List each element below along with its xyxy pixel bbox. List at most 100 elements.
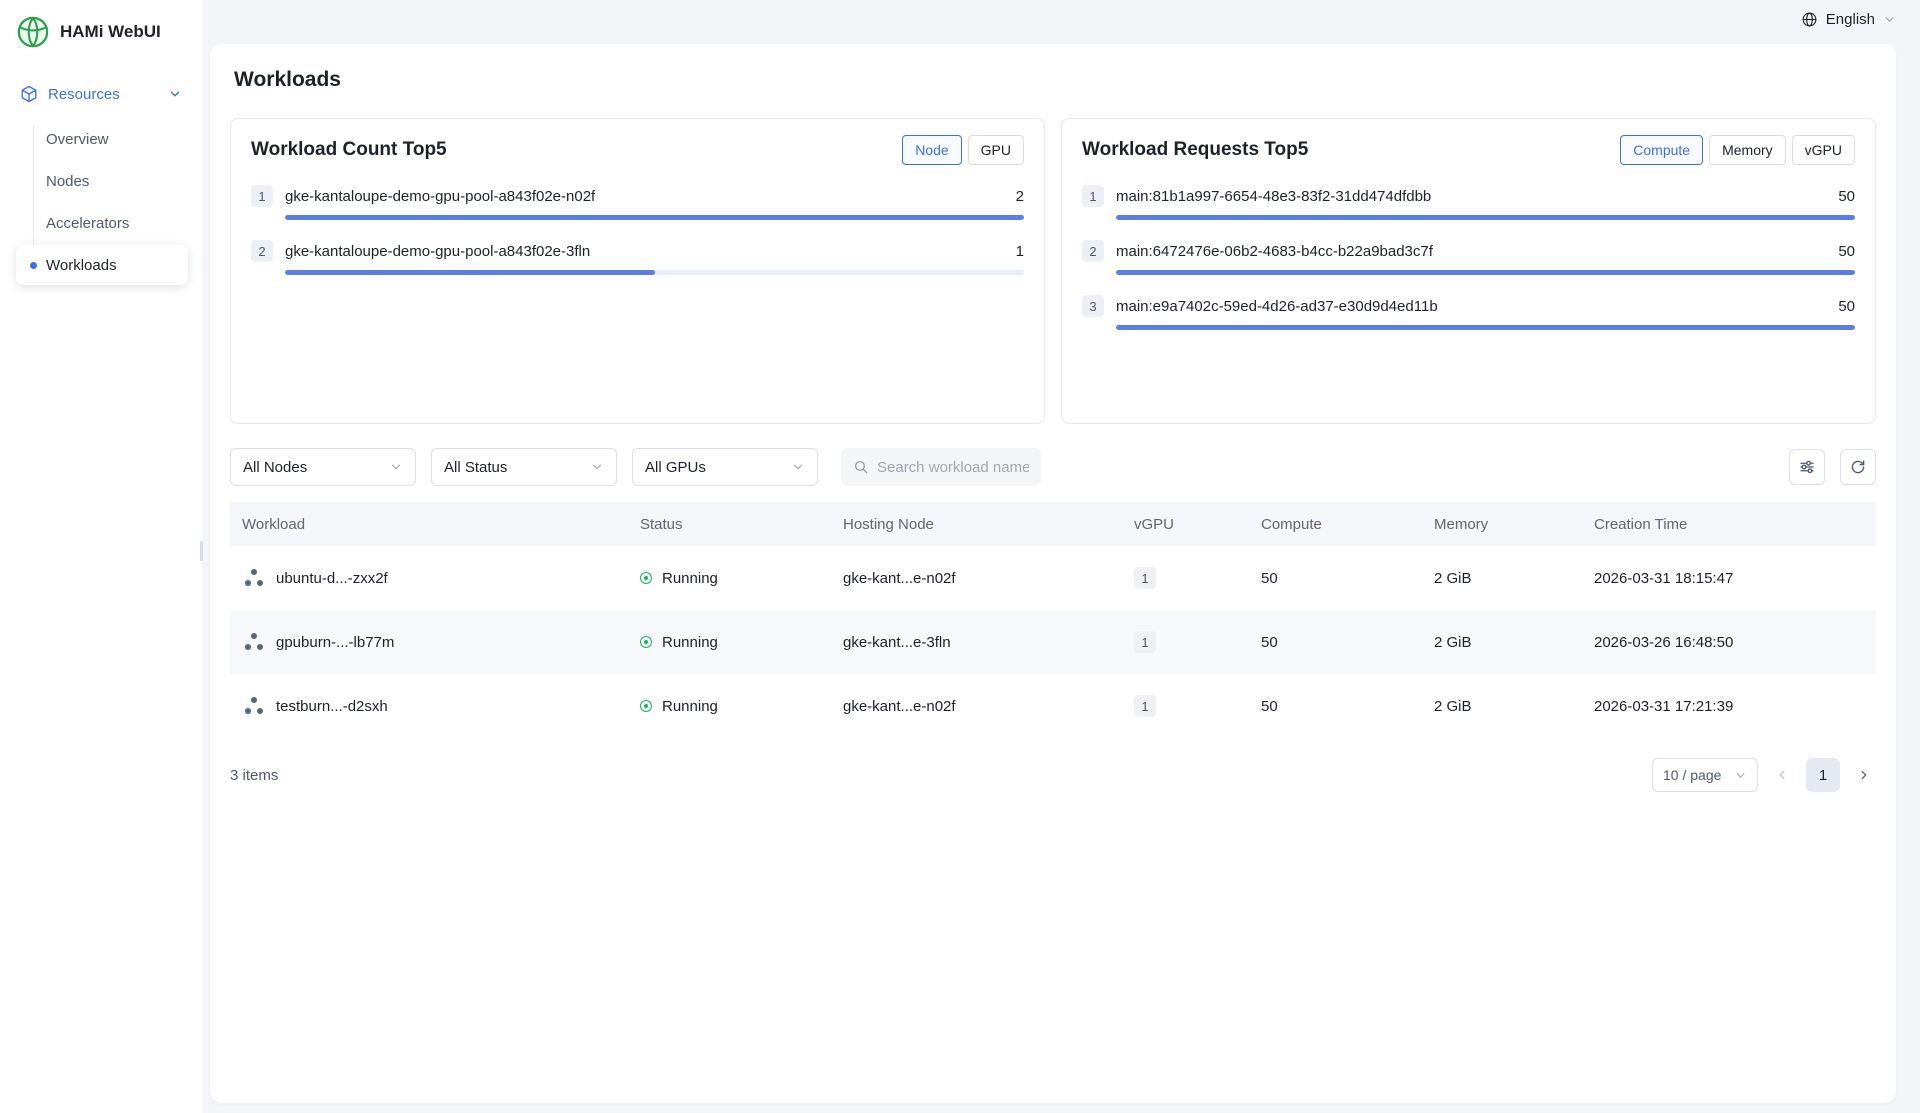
progress-fill	[285, 270, 655, 275]
rank-value: 1	[1016, 243, 1024, 260]
select-value: All Nodes	[243, 459, 307, 476]
active-dot	[30, 262, 37, 269]
refresh-button[interactable]	[1840, 449, 1876, 485]
main-panel: Workloads Workload Count Top5 Node GPU 1…	[210, 44, 1896, 1103]
search-input[interactable]	[877, 459, 1029, 476]
refresh-icon	[1849, 458, 1867, 476]
sidebar-item-label: Overview	[46, 131, 109, 148]
page-number-button[interactable]: 1	[1806, 758, 1840, 792]
rank-label: gke-kantaloupe-demo-gpu-pool-a843f02e-3f…	[285, 243, 1004, 260]
rank-badge: 2	[251, 240, 273, 262]
rank-label: gke-kantaloupe-demo-gpu-pool-a843f02e-n0…	[285, 188, 1004, 205]
select-value: All Status	[444, 459, 507, 476]
sidebar-item-nodes[interactable]: Nodes	[16, 161, 188, 201]
compute-value: 50	[1249, 698, 1422, 715]
node-filter-select[interactable]: All Nodes	[230, 448, 416, 486]
vgpu-badge: 1	[1134, 567, 1156, 589]
column-header: Creation Time	[1582, 516, 1876, 533]
workload-name: gpuburn-...-lb77m	[276, 634, 394, 651]
language-selector[interactable]: English	[1801, 11, 1896, 28]
sidebar-collapse-handle[interactable]	[200, 541, 203, 561]
progress-track	[285, 215, 1024, 220]
table-header: Workload Status Hosting Node vGPU Comput…	[230, 502, 1876, 546]
toggle-gpu[interactable]: GPU	[968, 135, 1024, 165]
workload-icon	[242, 566, 266, 590]
workloads-table: Workload Status Hosting Node vGPU Comput…	[230, 502, 1876, 738]
toggle-vgpu[interactable]: vGPU	[1792, 135, 1855, 165]
next-page-button[interactable]	[1852, 763, 1876, 787]
hosting-node: gke-kant...e-n02f	[831, 570, 1122, 587]
creation-time: 2026-03-31 18:15:47	[1582, 570, 1876, 587]
sidebar: HAMi WebUI Resources Overview Nodes Acce…	[0, 0, 202, 1113]
column-header: Memory	[1422, 516, 1582, 533]
progress-fill	[1116, 270, 1855, 275]
vgpu-badge: 1	[1134, 631, 1156, 653]
card-title: Workload Count Top5	[251, 139, 447, 161]
status-dot-icon	[640, 700, 652, 712]
resources-label: Resources	[48, 86, 120, 103]
memory-value: 2 GiB	[1422, 698, 1582, 715]
workload-requests-card: Workload Requests Top5 Compute Memory vG…	[1061, 118, 1876, 424]
toggle-compute[interactable]: Compute	[1620, 135, 1703, 165]
table-row[interactable]: gpuburn-...-lb77m Running gke-kant...e-3…	[230, 610, 1876, 674]
status-label: Running	[662, 634, 718, 651]
progress-track	[1116, 270, 1855, 275]
column-header: Compute	[1249, 516, 1422, 533]
top5-row: 1 gke-kantaloupe-demo-gpu-pool-a843f02e-…	[251, 185, 1024, 220]
top5-row: 3 main:e9a7402c-59ed-4d26-ad37-e30d9d4ed…	[1082, 295, 1855, 330]
rank-badge: 1	[251, 185, 273, 207]
display-settings-icon	[1798, 458, 1816, 476]
prev-page-button[interactable]	[1770, 763, 1794, 787]
display-settings-button[interactable]	[1789, 449, 1825, 485]
sidebar-item-resources[interactable]: Resources	[10, 73, 192, 115]
toggle-node[interactable]: Node	[902, 135, 961, 165]
chevron-right-icon	[1857, 768, 1871, 782]
select-value: All GPUs	[645, 459, 706, 476]
table-row[interactable]: testburn...-d2sxh Running gke-kant...e-n…	[230, 674, 1876, 738]
workload-icon	[242, 630, 266, 654]
progress-track	[285, 270, 1024, 275]
vgpu-badge: 1	[1134, 695, 1156, 717]
count-toggle-group: Node GPU	[902, 135, 1024, 165]
page-size-select[interactable]: 10 / page	[1652, 758, 1758, 792]
top-cards: Workload Count Top5 Node GPU 1 gke-kanta…	[230, 118, 1876, 424]
creation-time: 2026-03-31 17:21:39	[1582, 698, 1876, 715]
sidebar-submenu: Overview Nodes Accelerators Workloads	[0, 119, 202, 285]
table-row[interactable]: ubuntu-d...-zxx2f Running gke-kant...e-n…	[230, 546, 1876, 610]
progress-fill	[1116, 325, 1855, 330]
sidebar-item-overview[interactable]: Overview	[16, 119, 188, 159]
rank-label: main:e9a7402c-59ed-4d26-ad37-e30d9d4ed11…	[1116, 298, 1826, 315]
rank-badge: 3	[1082, 295, 1104, 317]
chevron-left-icon	[1775, 768, 1789, 782]
memory-value: 2 GiB	[1422, 570, 1582, 587]
gpu-filter-select[interactable]: All GPUs	[632, 448, 818, 486]
status-dot-icon	[640, 636, 652, 648]
rank-value: 50	[1838, 243, 1855, 260]
page-size-value: 10 / page	[1663, 767, 1721, 783]
search-icon	[853, 459, 869, 475]
sidebar-item-label: Nodes	[46, 173, 89, 190]
column-header: Status	[628, 516, 831, 533]
sidebar-item-accelerators[interactable]: Accelerators	[16, 203, 188, 243]
toggle-memory[interactable]: Memory	[1709, 135, 1786, 165]
rank-value: 2	[1016, 188, 1024, 205]
chevron-down-icon	[168, 87, 182, 101]
chevron-down-icon	[791, 460, 805, 474]
workload-search[interactable]	[841, 448, 1041, 486]
globe-icon	[1801, 11, 1818, 28]
sidebar-item-workloads[interactable]: Workloads	[16, 245, 188, 285]
status-label: Running	[662, 698, 718, 715]
workload-count-card: Workload Count Top5 Node GPU 1 gke-kanta…	[230, 118, 1045, 424]
creation-time: 2026-03-26 16:48:50	[1582, 634, 1876, 651]
top5-row: 2 gke-kantaloupe-demo-gpu-pool-a843f02e-…	[251, 240, 1024, 275]
workload-name: testburn...-d2sxh	[276, 698, 388, 715]
chevron-down-icon	[1734, 769, 1747, 782]
column-header: Hosting Node	[831, 516, 1122, 533]
card-title: Workload Requests Top5	[1082, 139, 1308, 161]
app-title: HAMi WebUI	[60, 22, 161, 42]
sidebar-item-label: Accelerators	[46, 215, 129, 232]
chevron-down-icon	[1883, 13, 1896, 26]
status-filter-select[interactable]: All Status	[431, 448, 617, 486]
column-header: Workload	[230, 516, 628, 533]
rank-label: main:81b1a997-6654-48e3-83f2-31dd474dfdb…	[1116, 188, 1826, 205]
